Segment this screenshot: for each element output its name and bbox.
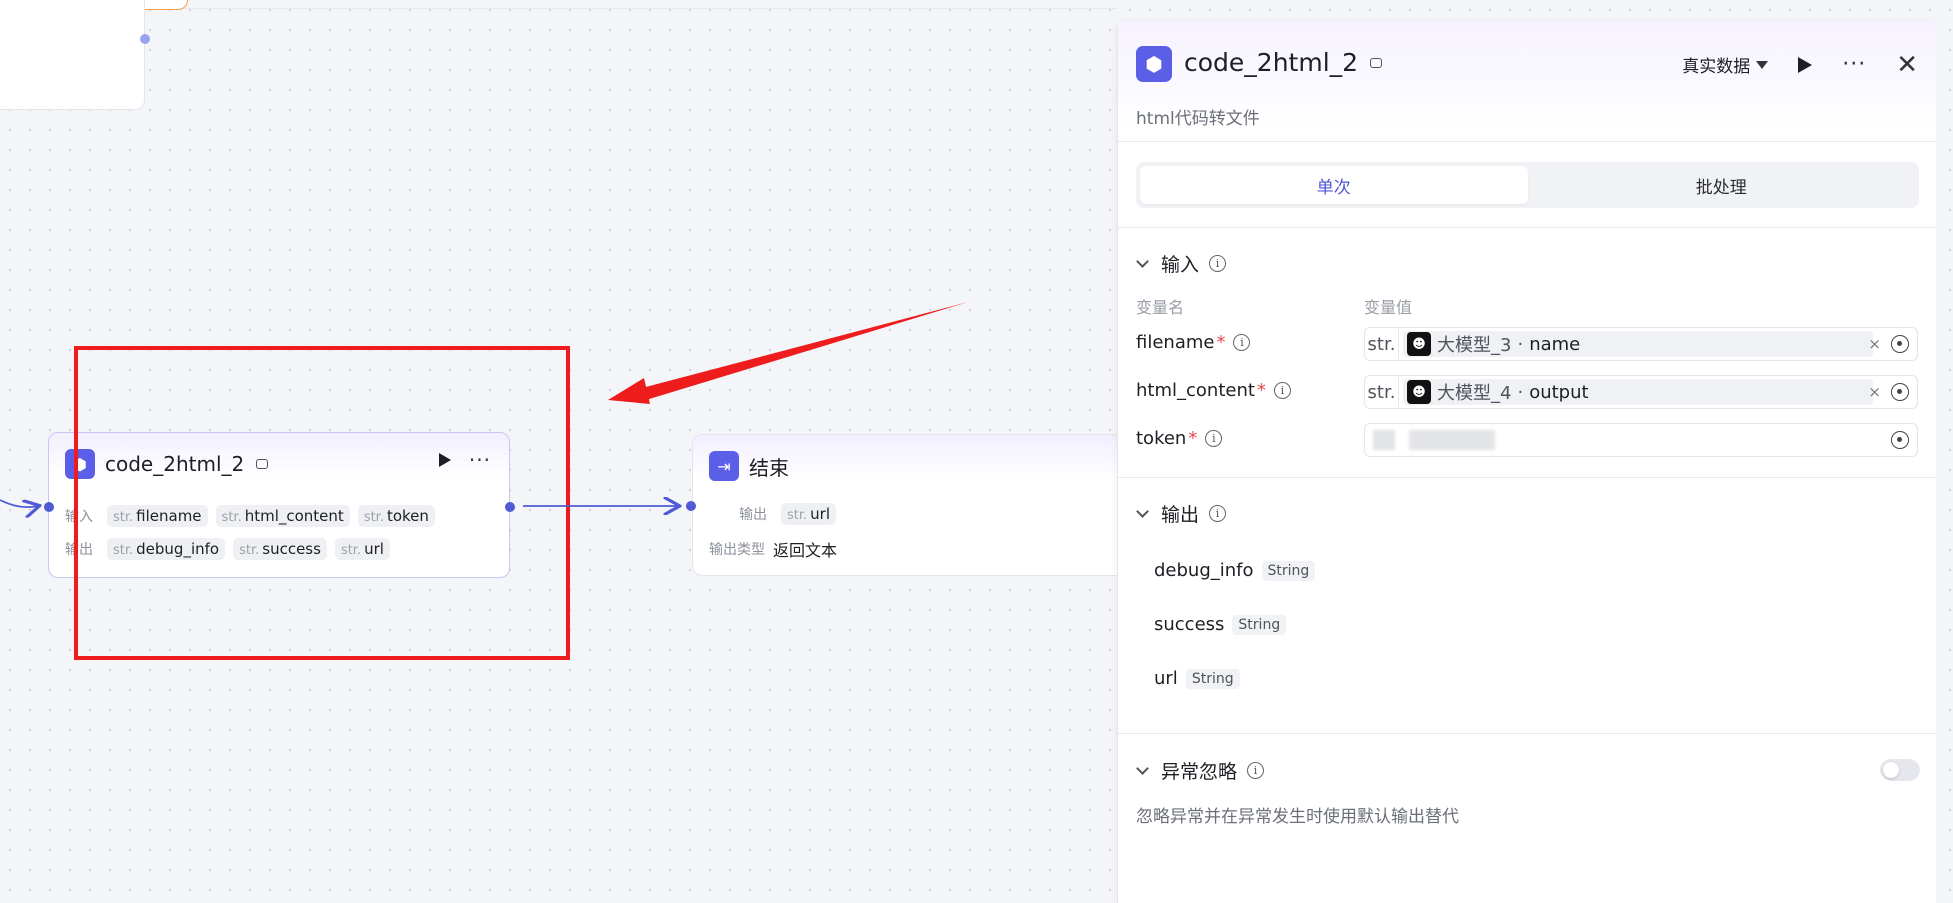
output-type: String: [1261, 560, 1316, 581]
reference-source: 大模型_4: [1437, 383, 1512, 404]
reference-field: name: [1529, 333, 1581, 355]
param-filename: filename * i: [1136, 332, 1251, 353]
required-mark: *: [1256, 380, 1266, 401]
output-section-header[interactable]: 输出 i: [1136, 500, 1227, 527]
panel-description[interactable]: html代码转文件: [1136, 104, 1260, 129]
reference-separator: ·: [1517, 381, 1524, 403]
info-icon[interactable]: i: [1247, 762, 1265, 779]
more-options-icon[interactable]: ···: [1842, 53, 1866, 75]
output-item-success: success String: [1154, 614, 1287, 635]
variable-reference[interactable]: ☻ 大模型_3 · name: [1403, 331, 1873, 357]
divider: [1118, 227, 1936, 228]
ignore-section-title: 异常忽略: [1161, 761, 1238, 783]
close-icon[interactable]: ✕: [1896, 52, 1918, 78]
type-label: str.: [1365, 376, 1399, 408]
required-mark: *: [1188, 428, 1198, 449]
variable-picker-icon[interactable]: [1891, 431, 1909, 449]
clear-icon[interactable]: ×: [1868, 383, 1881, 401]
redacted-value: [1409, 430, 1495, 450]
reference-separator: ·: [1517, 333, 1524, 355]
output-type: String: [1232, 614, 1287, 635]
data-mode-label: 真实数据: [1682, 57, 1751, 77]
required-mark: *: [1216, 332, 1226, 353]
type-label: str.: [1365, 328, 1399, 360]
caret-down-icon: [1756, 60, 1769, 69]
ignore-section-header[interactable]: 异常忽略 i: [1136, 757, 1265, 784]
canvas-overlay: [0, 302, 968, 903]
output-item-url: url String: [1154, 668, 1240, 689]
annotation-arrow-shaft: [642, 302, 968, 400]
tab-single[interactable]: 单次: [1140, 166, 1528, 204]
annotation-arrow-head: [608, 378, 650, 404]
input-section-header[interactable]: 输入 i: [1136, 250, 1227, 277]
output-name: debug_info: [1154, 560, 1254, 581]
incoming-edge[interactable]: [0, 500, 38, 507]
reference-source: 大模型_3: [1437, 335, 1512, 356]
variable-picker-icon[interactable]: [1891, 383, 1909, 401]
html-content-value-field[interactable]: str. ☻ 大模型_4 · output ×: [1364, 375, 1918, 409]
bot-icon: ☻: [1407, 380, 1431, 404]
output-item-debug-info: debug_info String: [1154, 560, 1316, 581]
output-name: success: [1154, 614, 1225, 635]
data-mode-dropdown[interactable]: 真实数据: [1682, 52, 1769, 77]
node-settings-panel: ⬢ code_2html_2 真实数据 ··· ✕ html代码转文件 单次 批…: [1117, 22, 1936, 903]
run-mode-tabs: 单次 批处理: [1136, 162, 1919, 208]
ignore-section-description: 忽略异常并在异常发生时使用默认输出替代: [1136, 807, 1459, 827]
tab-batch[interactable]: 批处理: [1528, 166, 1916, 204]
input-section-title: 输入: [1161, 254, 1200, 276]
info-icon[interactable]: i: [1273, 382, 1291, 399]
filename-value-field[interactable]: str. ☻ 大模型_3 · name ×: [1364, 327, 1918, 361]
panel-actions: 真实数据 ··· ✕: [1682, 52, 1918, 78]
cube-icon: ⬢: [1136, 46, 1172, 82]
param-token: token * i: [1136, 428, 1223, 449]
param-name: filename: [1136, 332, 1215, 353]
info-icon[interactable]: i: [1209, 255, 1227, 272]
ignore-exception-toggle[interactable]: [1880, 759, 1920, 781]
column-header-name: 变量名: [1136, 298, 1185, 317]
divider: [1118, 477, 1936, 478]
output-type: String: [1185, 668, 1240, 689]
panel-title[interactable]: code_2html_2: [1184, 48, 1358, 77]
info-icon[interactable]: i: [1233, 334, 1251, 351]
workflow-canvas[interactable]: ⬢ code_2html_2 ··· 输入 str. filename str. h…: [0, 0, 1132, 903]
output-name: url: [1154, 668, 1178, 689]
info-icon[interactable]: i: [1209, 505, 1227, 522]
run-icon[interactable]: [1798, 56, 1813, 73]
panel-title-row: code_2html_2: [1184, 48, 1383, 77]
clear-icon[interactable]: ×: [1868, 335, 1881, 353]
output-section-title: 输出: [1161, 504, 1200, 526]
bot-icon: ☻: [1407, 332, 1431, 356]
param-html-content: html_content * i: [1136, 380, 1291, 401]
chevron-down-icon: [1136, 255, 1149, 268]
chevron-down-icon: [1136, 505, 1149, 518]
chevron-down-icon: [1136, 762, 1149, 775]
variable-picker-icon[interactable]: [1891, 335, 1909, 353]
lock-icon: [1370, 57, 1383, 68]
param-name: html_content: [1136, 380, 1255, 401]
reference-field: output: [1529, 381, 1589, 403]
token-value-field[interactable]: [1364, 423, 1918, 457]
column-header-value: 变量值: [1364, 298, 1413, 317]
variable-reference[interactable]: ☻ 大模型_4 · output: [1403, 379, 1873, 405]
panel-header: ⬢ code_2html_2 真实数据 ··· ✕ html代码转文件: [1118, 22, 1936, 142]
redacted-value: [1373, 430, 1395, 450]
info-icon[interactable]: i: [1205, 430, 1223, 447]
divider: [1118, 733, 1936, 734]
param-name: token: [1136, 428, 1187, 449]
